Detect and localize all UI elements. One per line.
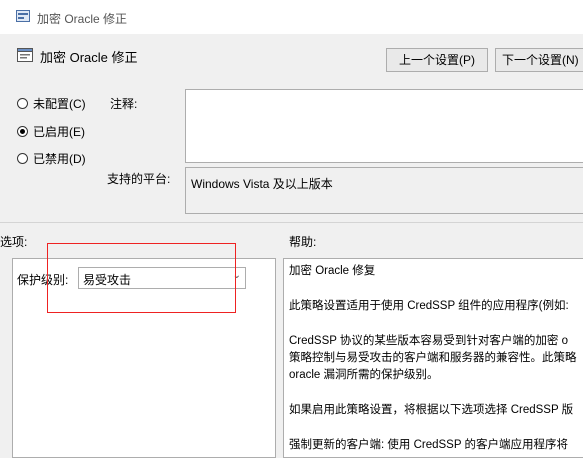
radio-label-not-configured: 未配置(C) (33, 96, 86, 111)
comment-label: 注释: (110, 97, 138, 111)
radio-circle[interactable] (17, 152, 28, 164)
radio-circle[interactable] (17, 97, 28, 109)
setting-icon (17, 48, 33, 62)
supported-platform-field: Windows Vista 及以上版本 (185, 167, 583, 214)
supported-platform-label: 支持的平台: (107, 172, 171, 186)
radio-disabled[interactable]: 已禁用(D) (17, 150, 86, 166)
previous-setting-button[interactable]: 上一个设置(P) (386, 48, 488, 72)
comment-field[interactable] (185, 89, 583, 163)
radio-circle[interactable] (17, 125, 28, 137)
help-paragraph: 如果启用此策略设置，将根据以下选项选择 CredSSP 版 (289, 404, 574, 416)
highlight-annotation (47, 243, 236, 313)
supported-platform-value: Windows Vista 及以上版本 (191, 177, 333, 191)
help-title: 加密 Oracle 修复 (289, 265, 376, 277)
policy-icon (16, 10, 30, 22)
window-title: 加密 Oracle 修正 (37, 12, 128, 26)
radio-label-enabled: 已启用(E) (33, 124, 85, 139)
help-paragraph: 强制更新的客户端: 使用 CredSSP 的客户端应用程序将 (289, 439, 569, 451)
section-divider (0, 222, 583, 223)
window-title-bar: 加密 Oracle 修正 (0, 0, 583, 34)
help-paragraph: oracle 漏洞所需的保护级别。 (289, 369, 439, 381)
help-paragraph: CredSSP 协议的某些版本容易受到针对客户端的加密 o (289, 335, 569, 347)
options-heading: 选项: (0, 235, 28, 249)
radio-label-disabled: 已禁用(D) (33, 151, 86, 166)
help-heading: 帮助: (289, 235, 317, 249)
next-setting-button[interactable]: 下一个设置(N) (495, 48, 583, 72)
radio-not-configured[interactable]: 未配置(C) (17, 95, 86, 111)
radio-enabled[interactable]: 已启用(E) (17, 123, 85, 139)
help-paragraph: 此策略设置适用于使用 CredSSP 组件的应用程序(例如: (289, 300, 569, 312)
help-paragraph: 策略控制与易受攻击的客户端和服务器的兼容性。此策略 (289, 352, 577, 364)
setting-title: 加密 Oracle 修正 (40, 50, 138, 65)
